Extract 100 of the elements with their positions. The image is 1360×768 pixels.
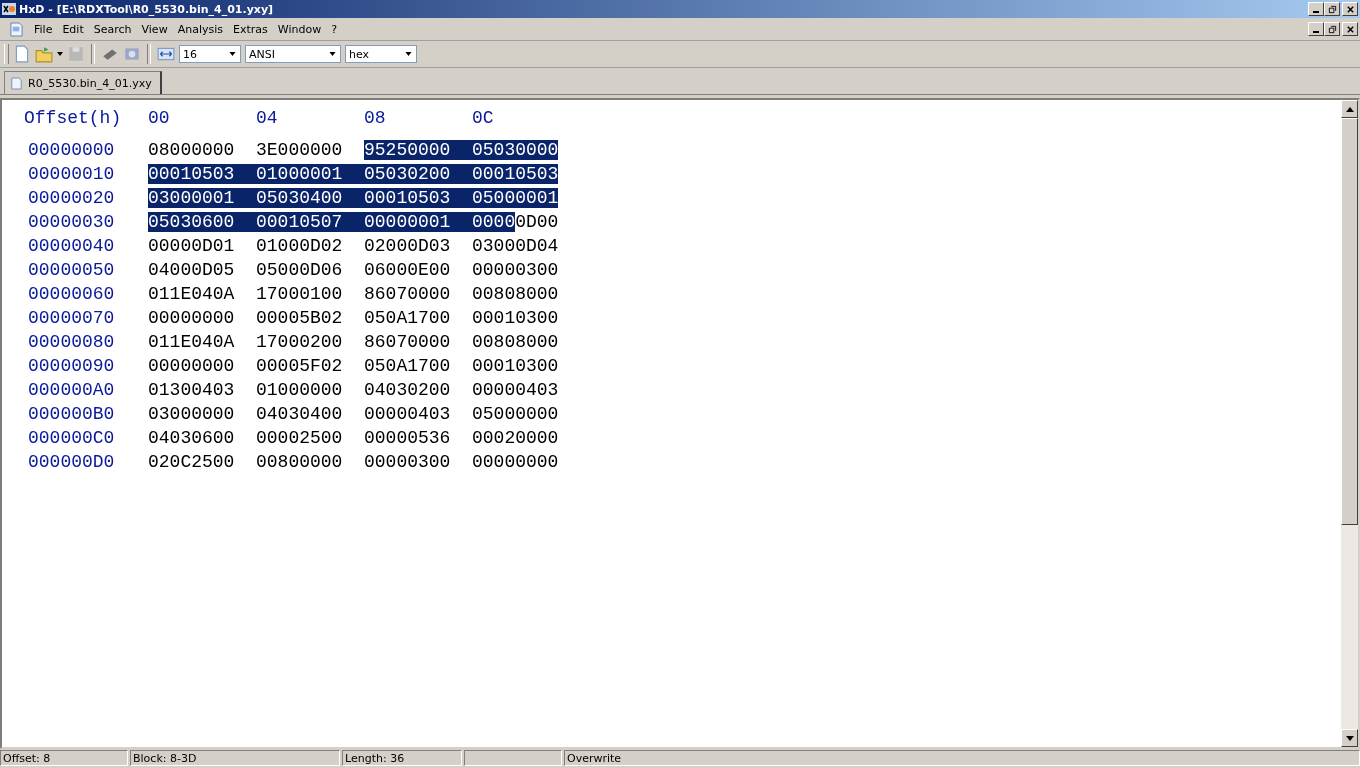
vertical-scrollbar[interactable]: [1341, 100, 1358, 747]
scroll-thumb[interactable]: [1341, 118, 1358, 525]
hex-bytes[interactable]: 00002500: [256, 428, 343, 448]
minimize-button[interactable]: [1308, 2, 1324, 16]
hex-bytes[interactable]: 050A1700: [364, 356, 451, 376]
hex-bytes[interactable]: 01300403: [148, 380, 235, 400]
hex-bytes[interactable]: 01000000: [256, 380, 343, 400]
row-offset: 00000070: [27, 308, 116, 328]
hex-bytes[interactable]: 05000D06: [256, 260, 343, 280]
status-panel: Offset: 8: [0, 750, 128, 766]
selected-hex-bytes[interactable]: 00010503: [148, 164, 256, 184]
menu-item[interactable]: Edit: [57, 22, 89, 36]
hex-bytes[interactable]: 08000000: [148, 140, 235, 160]
menu-item[interactable]: View: [136, 22, 173, 36]
offset-base-dropdown[interactable]: hex: [345, 45, 417, 63]
menu-item[interactable]: Analysis: [172, 22, 228, 36]
hex-bytes[interactable]: 00000000: [472, 452, 559, 472]
close-button[interactable]: [1342, 22, 1358, 36]
selected-hex-bytes[interactable]: 00000001: [364, 212, 472, 232]
close-button[interactable]: [1342, 2, 1358, 16]
width-arrows-icon[interactable]: [157, 45, 175, 63]
file-tab[interactable]: R0_5530.bin_4_01.yxy: [4, 71, 162, 94]
selected-hex-bytes[interactable]: 00010503: [364, 188, 472, 208]
hex-bytes[interactable]: 00000000: [148, 308, 235, 328]
column-header: 04: [256, 108, 279, 128]
row-offset: 00000060: [27, 284, 116, 304]
restore-icon: [1327, 4, 1337, 14]
hex-bytes[interactable]: 00808000: [472, 284, 559, 304]
selected-hex-bytes[interactable]: 95250000: [364, 140, 472, 160]
hex-bytes[interactable]: 86070000: [364, 284, 451, 304]
selected-hex-bytes[interactable]: 05030400: [256, 188, 364, 208]
charset-dropdown[interactable]: ANSI: [245, 45, 341, 63]
hex-bytes[interactable]: 03000D04: [472, 236, 559, 256]
row-offset: 00000010: [27, 164, 116, 184]
hex-bytes[interactable]: 011E040A: [148, 332, 235, 352]
document-icon: [11, 76, 22, 90]
row-offset: 00000090: [27, 356, 116, 376]
hex-bytes[interactable]: 02000D03: [364, 236, 451, 256]
window-title: HxD - [E:\RDXTool\R0_5530.bin_4_01.yxy]: [19, 2, 275, 16]
hex-bytes[interactable]: 00800000: [256, 452, 343, 472]
hex-bytes[interactable]: 04000D05: [148, 260, 235, 280]
restore-button[interactable]: [1324, 2, 1340, 16]
selected-hex-bytes[interactable]: 05030200: [364, 164, 472, 184]
hex-bytes[interactable]: 0D00: [515, 212, 559, 232]
restore-icon: [1327, 24, 1337, 34]
hex-bytes[interactable]: 04030200: [364, 380, 451, 400]
bytes-per-row-dropdown[interactable]: 16: [179, 45, 241, 63]
hex-bytes[interactable]: 011E040A: [148, 284, 235, 304]
selected-hex-bytes[interactable]: 0000: [472, 212, 516, 232]
menu-item[interactable]: Search: [88, 22, 137, 36]
selected-hex-bytes[interactable]: 00010507: [256, 212, 364, 232]
selected-hex-bytes[interactable]: 00010503: [472, 164, 559, 184]
new-file-icon[interactable]: [13, 45, 31, 63]
hex-bytes[interactable]: 00020000: [472, 428, 559, 448]
restore-button[interactable]: [1324, 22, 1340, 36]
row-offset: 00000020: [27, 188, 116, 208]
selected-hex-bytes[interactable]: 01000001: [256, 164, 364, 184]
minimize-icon: [1313, 31, 1319, 33]
close-icon: [1345, 24, 1355, 34]
hex-bytes[interactable]: 00000D01: [148, 236, 235, 256]
hex-bytes[interactable]: 17000100: [256, 284, 343, 304]
hex-bytes[interactable]: 01000D02: [256, 236, 343, 256]
hex-bytes[interactable]: 00808000: [472, 332, 559, 352]
column-header: 0C: [472, 108, 495, 128]
selected-hex-bytes[interactable]: 03000001: [148, 188, 256, 208]
status-panel: Overwrite: [564, 750, 1360, 766]
hex-bytes[interactable]: 00005F02: [256, 356, 343, 376]
hex-bytes[interactable]: 04030400: [256, 404, 343, 424]
hex-bytes[interactable]: 86070000: [364, 332, 451, 352]
menu-item[interactable]: ?: [326, 22, 342, 36]
app-icon: [2, 2, 16, 16]
hex-bytes[interactable]: 03000000: [148, 404, 235, 424]
menu-item[interactable]: File: [29, 22, 58, 36]
status-panel: Block: 8-3D: [130, 750, 340, 766]
hex-bytes[interactable]: 050A1700: [364, 308, 451, 328]
selected-hex-bytes[interactable]: 05030600: [148, 212, 256, 232]
dropdown-caret-icon: [229, 52, 236, 56]
hex-bytes[interactable]: 05000000: [472, 404, 559, 424]
hex-bytes[interactable]: 00000300: [472, 260, 559, 280]
menu-item[interactable]: Window: [272, 22, 327, 36]
menu-item[interactable]: Extras: [227, 22, 273, 36]
hex-bytes[interactable]: 020C2500: [148, 452, 235, 472]
hex-bytes[interactable]: 06000E00: [364, 260, 451, 280]
hex-bytes[interactable]: 00000403: [364, 404, 451, 424]
selected-hex-bytes[interactable]: 05030000: [472, 140, 559, 160]
hex-bytes[interactable]: 3E000000: [256, 140, 343, 160]
hex-bytes[interactable]: 00005B02: [256, 308, 343, 328]
hex-bytes[interactable]: 00000536: [364, 428, 451, 448]
hex-bytes[interactable]: 00010300: [472, 356, 559, 376]
hex-bytes[interactable]: 04030600: [148, 428, 235, 448]
dropdown-caret-icon: [329, 52, 336, 56]
minimize-button[interactable]: [1308, 22, 1324, 36]
selected-hex-bytes[interactable]: 05000001: [472, 188, 559, 208]
hex-bytes[interactable]: 17000200: [256, 332, 343, 352]
hex-bytes[interactable]: 00000403: [472, 380, 559, 400]
hex-bytes[interactable]: 00000000: [148, 356, 235, 376]
hex-bytes[interactable]: 00000300: [364, 452, 451, 472]
hex-bytes[interactable]: 00010300: [472, 308, 559, 328]
row-offset: 000000D0: [27, 452, 116, 472]
caret-icon[interactable]: [57, 52, 63, 56]
